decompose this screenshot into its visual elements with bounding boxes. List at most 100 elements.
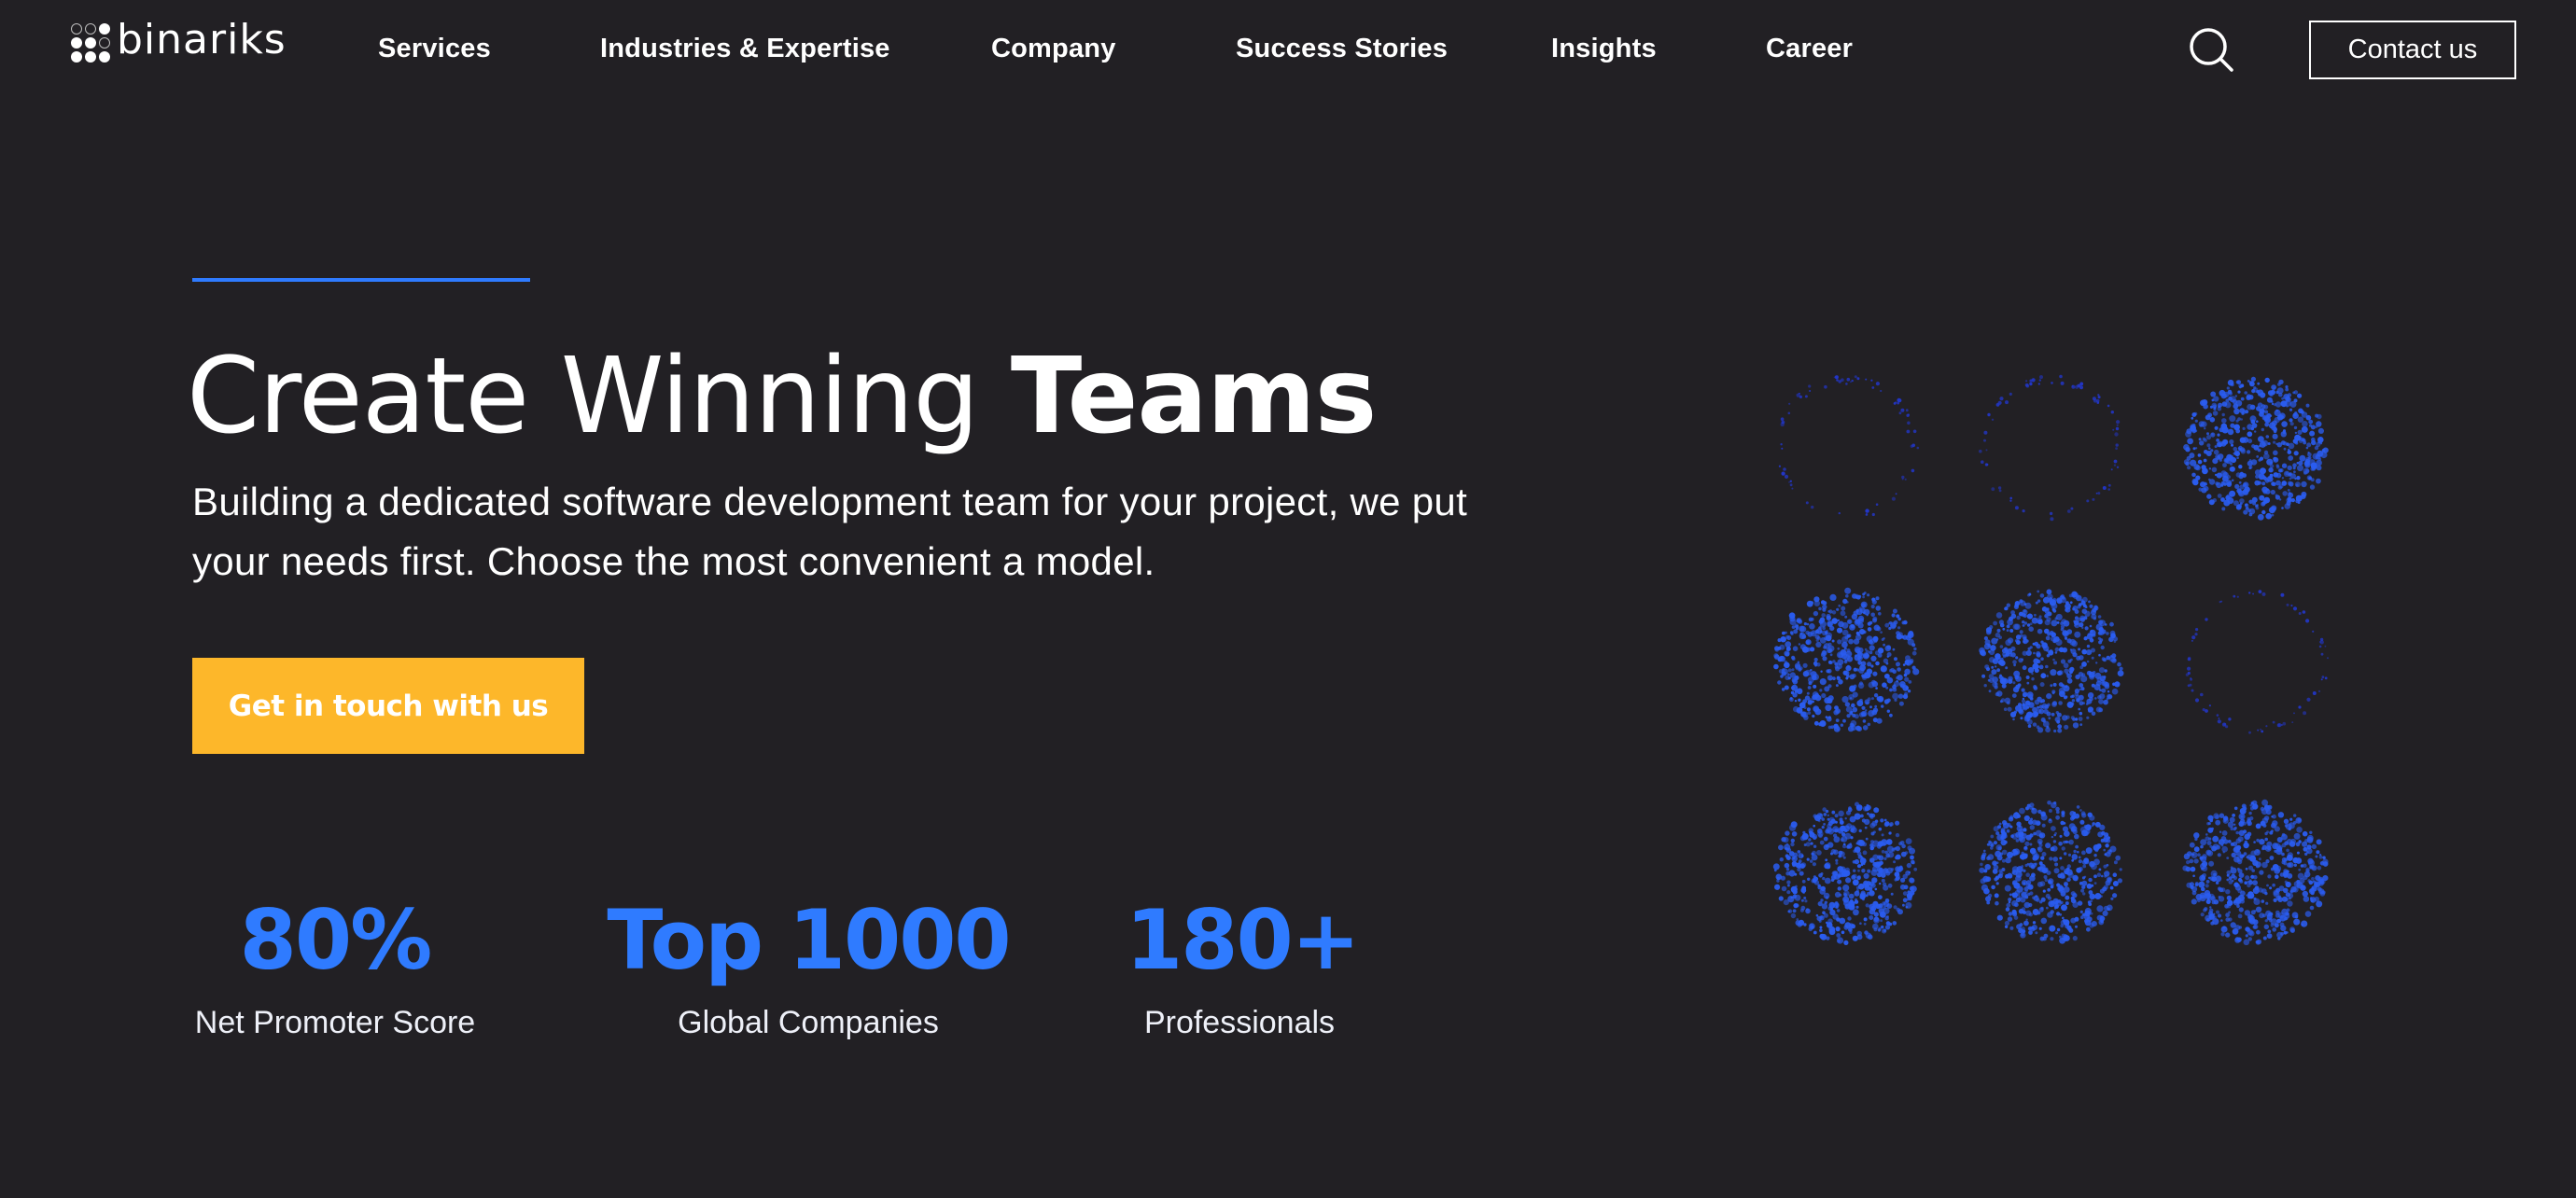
particle: [2292, 412, 2297, 417]
particle: [1990, 846, 1994, 850]
particle: [2045, 893, 2051, 898]
particle: [2047, 912, 2053, 918]
particle: [1855, 654, 1857, 657]
particle: [2250, 910, 2256, 915]
particle: [2311, 877, 2315, 881]
particle: [2209, 912, 2213, 916]
particle: [1863, 872, 1869, 880]
particle: [2280, 415, 2284, 419]
nav-services[interactable]: Services: [378, 28, 491, 69]
particle: [2301, 491, 2307, 497]
particle: [1880, 919, 1883, 923]
particle: [1859, 698, 1863, 703]
particle: [2116, 420, 2121, 425]
particle: [2107, 877, 2112, 882]
particle: [1801, 885, 1807, 891]
particle: [1865, 701, 1869, 705]
particle: [2004, 920, 2009, 926]
particle: [2049, 599, 2057, 606]
particle: [2210, 449, 2214, 453]
particle: [2254, 849, 2261, 856]
particle: [1783, 837, 1789, 843]
particle: [2093, 617, 2097, 620]
particle: [2229, 439, 2234, 445]
particle: [2208, 447, 2211, 450]
particle: [1870, 655, 1877, 662]
particle: [2094, 848, 2099, 853]
particle: [2233, 446, 2238, 452]
particle: [1983, 887, 1990, 895]
particle: [1983, 430, 1988, 435]
particle: [1784, 662, 1790, 669]
particle: [2207, 822, 2211, 826]
particle: [1798, 643, 1801, 646]
particle: [2195, 628, 2199, 632]
particle: [2247, 431, 2253, 438]
particle: [1840, 648, 1847, 656]
particle: [2069, 601, 2073, 605]
particle: [1838, 854, 1841, 858]
particle: [1799, 908, 1804, 912]
nav-industries-expertise[interactable]: Industries & Expertise: [600, 28, 890, 69]
particle: [2191, 478, 2199, 485]
particle: [1870, 379, 1873, 382]
particle: [1842, 869, 1847, 873]
particle: [1822, 911, 1826, 914]
particle: [2103, 905, 2109, 912]
particle: [2087, 706, 2093, 713]
particle: [2098, 868, 2102, 871]
particle: [2083, 830, 2089, 836]
particle: [2247, 816, 2251, 821]
particle: [2007, 678, 2013, 684]
nav-company[interactable]: Company: [991, 28, 1116, 69]
particle: [2255, 906, 2262, 912]
particle: [2240, 890, 2246, 897]
particle: [2193, 846, 2200, 853]
particle-disc: [1979, 801, 2122, 944]
contact-us-button[interactable]: Contact us: [2309, 21, 2516, 79]
particle: [2001, 683, 2007, 689]
particle: [2115, 443, 2119, 447]
particle: [2320, 652, 2324, 656]
particle: [2191, 885, 2198, 893]
particle: [1791, 677, 1797, 683]
particle: [2020, 932, 2026, 939]
particle: [1814, 634, 1820, 640]
nav-insights[interactable]: Insights: [1551, 28, 1657, 69]
particle: [2037, 599, 2041, 603]
nav-success-stories[interactable]: Success Stories: [1236, 28, 1448, 69]
particle: [2213, 872, 2217, 877]
logo[interactable]: binariks: [71, 20, 287, 63]
nav-career[interactable]: Career: [1766, 28, 1853, 69]
particle: [2275, 409, 2278, 412]
particle: [2220, 919, 2223, 922]
particle: [2037, 705, 2040, 709]
particle: [2072, 936, 2078, 941]
particle: [1866, 614, 1869, 617]
particle: [1883, 643, 1885, 647]
search-button[interactable]: [2188, 26, 2236, 75]
particle: [2314, 881, 2321, 888]
particle: [2261, 481, 2266, 486]
particle: [2253, 874, 2258, 880]
particle: [2260, 728, 2261, 731]
particle: [2079, 701, 2084, 706]
particle: [1839, 893, 1842, 897]
particle: [2107, 690, 2110, 693]
particle: [2187, 438, 2193, 445]
particle: [2207, 876, 2211, 880]
particle: [2078, 672, 2084, 677]
particle: [1837, 647, 1841, 650]
particle: [1906, 662, 1910, 666]
particle: [1865, 513, 1869, 516]
particle: [2098, 699, 2104, 704]
particle: [2316, 478, 2321, 484]
get-in-touch-button[interactable]: Get in touch with us: [192, 658, 584, 754]
particle: [2039, 881, 2046, 887]
particle: [2039, 375, 2043, 380]
particle: [1883, 818, 1887, 822]
particle: [2237, 913, 2243, 919]
particle-disc: [1772, 801, 1918, 946]
particle: [1886, 655, 1889, 658]
particle: [2028, 702, 2035, 708]
